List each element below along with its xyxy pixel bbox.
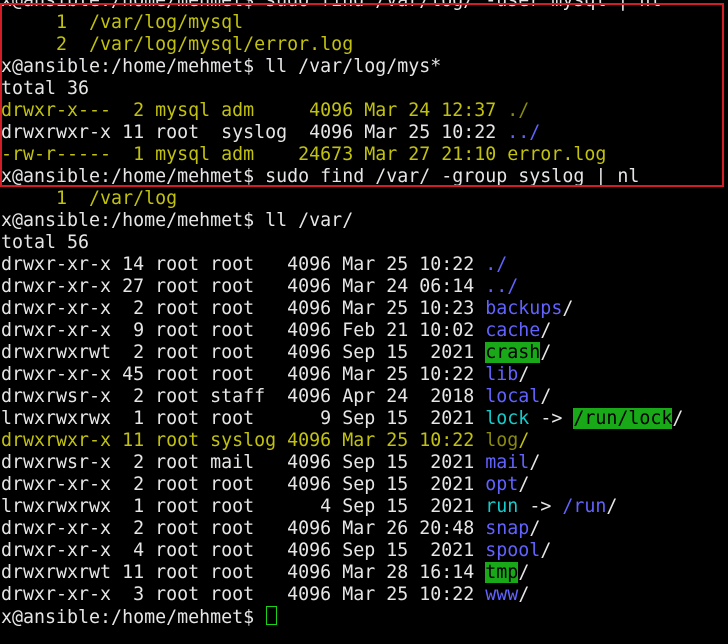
terminal-text: log xyxy=(485,430,519,451)
terminal-output[interactable]: x@ansible:/home/mehmet$ sudo find /var/l… xyxy=(1,0,728,644)
terminal-text: mail xyxy=(485,452,530,473)
text-cursor xyxy=(266,606,278,625)
terminal-text: drwxrwxr-x 11 root syslog 4096 Mar 25 10… xyxy=(1,122,508,143)
terminal-text: lock xyxy=(485,408,530,429)
terminal-text: local xyxy=(485,386,541,407)
terminal-line: drwxr-xr-x 4 root root 4096 Sep 15 2021 … xyxy=(1,540,728,562)
terminal-line: x@ansible:/home/mehmet$ ll /var/log/mys* xyxy=(1,56,728,78)
terminal-text: / xyxy=(518,584,530,605)
terminal-text: -rw-r----- 1 mysql adm 24673 Mar 27 21:1… xyxy=(1,144,607,165)
terminal-text: run xyxy=(485,496,519,517)
terminal-text: snap xyxy=(485,518,530,539)
terminal-line: drwxrwsr-x 2 root mail 4096 Sep 15 2021 … xyxy=(1,452,728,474)
terminal-line: drwxr-xr-x 14 root root 4096 Mar 25 10:2… xyxy=(1,254,728,276)
terminal-text: ./ xyxy=(485,254,508,275)
terminal-text: / xyxy=(529,518,541,539)
terminal-line: x@ansible:/home/mehmet$ sudo find /var/l… xyxy=(1,0,728,12)
terminal-text: / xyxy=(540,540,552,561)
terminal-text: backups xyxy=(485,298,563,319)
terminal-text: cache xyxy=(485,320,541,341)
terminal-line: 2 /var/log/mysql/error.log xyxy=(1,34,728,56)
terminal-text: drwxr-xr-x 4 root root 4096 Sep 15 2021 xyxy=(1,540,486,561)
terminal-text: drwxr-xr-x 2 root root 4096 Mar 25 10:23 xyxy=(1,298,486,319)
terminal-line: drwxr-xr-x 2 root root 4096 Mar 25 10:23… xyxy=(1,298,728,320)
terminal-line: total 36 xyxy=(1,78,728,100)
terminal-line: lrwxrwxrwx 1 root root 9 Sep 15 2021 loc… xyxy=(1,408,728,430)
terminal-text: ../ xyxy=(507,122,541,143)
terminal-text: crash xyxy=(485,342,541,363)
terminal-text: / xyxy=(562,298,574,319)
terminal-line: lrwxrwxrwx 1 root root 4 Sep 15 2021 run… xyxy=(1,496,728,518)
terminal-line: drwxrwxr-x 11 root syslog 4096 Mar 25 10… xyxy=(1,122,728,144)
terminal-text: / xyxy=(529,452,541,473)
terminal-line: x@ansible:/home/mehmet$ xyxy=(1,606,728,628)
terminal-text: x@ansible:/home/mehmet$ ll /var/ xyxy=(1,210,354,231)
terminal-text: drwxrwsr-x 2 root mail 4096 Sep 15 2021 xyxy=(1,452,486,473)
terminal-text: / xyxy=(672,408,684,429)
terminal-text: drwxrwxr-x 11 root syslog 4096 Mar 25 10… xyxy=(1,430,486,451)
terminal-text: ./ xyxy=(507,100,530,121)
terminal-text: lrwxrwxrwx 1 root root 9 Sep 15 2021 xyxy=(1,408,486,429)
terminal-line: 1 /var/log xyxy=(1,188,728,210)
terminal-text: www xyxy=(485,584,519,605)
terminal-text: 2 /var/log/mysql/error.log xyxy=(1,34,354,55)
terminal-text: / xyxy=(540,386,552,407)
terminal-text: drwxr-xr-x 2 root root 4096 Mar 26 20:48 xyxy=(1,518,486,539)
terminal-text: x@ansible:/home/mehmet$ sudo find /var/l… xyxy=(1,0,662,11)
terminal-text: / xyxy=(518,364,530,385)
terminal-text: -> xyxy=(529,408,574,429)
terminal-text: drwxr-xr-x 27 root root 4096 Mar 24 06:1… xyxy=(1,276,486,297)
terminal-text: drwxr-xr-x 2 root root 4096 Sep 15 2021 xyxy=(1,474,486,495)
terminal-text: drwxrwxrwt 11 root root 4096 Mar 28 16:1… xyxy=(1,562,486,583)
terminal-text: drwxr-xr-x 9 root root 4096 Feb 21 10:02 xyxy=(1,320,486,341)
terminal-text: / xyxy=(518,430,530,451)
terminal-text: tmp xyxy=(485,562,519,583)
terminal-text: drwxr-xr-x 14 root root 4096 Mar 25 10:2… xyxy=(1,254,486,275)
terminal-line: drwxr-xr-x 27 root root 4096 Mar 24 06:1… xyxy=(1,276,728,298)
terminal-text: /run xyxy=(562,496,607,517)
terminal-line: drwxr-xr-x 3 root root 4096 Mar 25 10:22… xyxy=(1,584,728,606)
terminal-text: / xyxy=(518,562,530,583)
terminal-text: / xyxy=(540,320,552,341)
terminal-text: spool xyxy=(485,540,541,561)
terminal-line: -rw-r----- 1 mysql adm 24673 Mar 27 21:1… xyxy=(1,144,728,166)
terminal-text: x@ansible:/home/mehmet$ sudo find /var/ … xyxy=(1,166,640,187)
terminal-text: / xyxy=(518,474,530,495)
terminal-text: / xyxy=(540,342,552,363)
terminal-text: lib xyxy=(485,364,519,385)
terminal-text: drwxrwsr-x 2 root staff 4096 Apr 24 2018 xyxy=(1,386,486,407)
terminal-line: drwxrwxr-x 11 root syslog 4096 Mar 25 10… xyxy=(1,430,728,452)
terminal-text: total 56 xyxy=(1,232,90,253)
terminal-line: drwxrwsr-x 2 root staff 4096 Apr 24 2018… xyxy=(1,386,728,408)
terminal-text: -> xyxy=(518,496,563,517)
terminal-line: drwxrwxrwt 11 root root 4096 Mar 28 16:1… xyxy=(1,562,728,584)
terminal-line: drwxr-xr-x 9 root root 4096 Feb 21 10:02… xyxy=(1,320,728,342)
terminal-text: opt xyxy=(485,474,519,495)
terminal-line: 1 /var/log/mysql xyxy=(1,12,728,34)
terminal-text: drwxr-xr-x 3 root root 4096 Mar 25 10:22 xyxy=(1,584,486,605)
terminal-text: x@ansible:/home/mehmet$ ll /var/log/mys* xyxy=(1,56,442,77)
terminal-text: / xyxy=(606,496,618,517)
terminal-text: drwxrwxrwt 2 root root 4096 Sep 15 2021 xyxy=(1,342,486,363)
terminal-text: /run/lock xyxy=(573,408,673,429)
terminal-text: 1 /var/log xyxy=(1,188,178,209)
terminal-line: x@ansible:/home/mehmet$ ll /var/ xyxy=(1,210,728,232)
terminal-text: drwxr-xr-x 45 root root 4096 Mar 25 10:2… xyxy=(1,364,486,385)
terminal-line: x@ansible:/home/mehmet$ sudo find /var/ … xyxy=(1,166,728,188)
terminal-text: drwxr-x--- 2 mysql adm 4096 Mar 24 12:37 xyxy=(1,100,508,121)
terminal-text: x@ansible:/home/mehmet$ xyxy=(1,607,266,628)
terminal-line: drwxr-xr-x 45 root root 4096 Mar 25 10:2… xyxy=(1,364,728,386)
terminal-line: total 56 xyxy=(1,232,728,254)
terminal-text: total 36 xyxy=(1,78,90,99)
terminal-text: ../ xyxy=(485,276,519,297)
terminal-line: drwxr-x--- 2 mysql adm 4096 Mar 24 12:37… xyxy=(1,100,728,122)
terminal-text: lrwxrwxrwx 1 root root 4 Sep 15 2021 xyxy=(1,496,486,517)
terminal-line: drwxrwxrwt 2 root root 4096 Sep 15 2021 … xyxy=(1,342,728,364)
terminal-line: drwxr-xr-x 2 root root 4096 Mar 26 20:48… xyxy=(1,518,728,540)
terminal-line: drwxr-xr-x 2 root root 4096 Sep 15 2021 … xyxy=(1,474,728,496)
terminal-text: 1 /var/log/mysql xyxy=(1,12,244,33)
